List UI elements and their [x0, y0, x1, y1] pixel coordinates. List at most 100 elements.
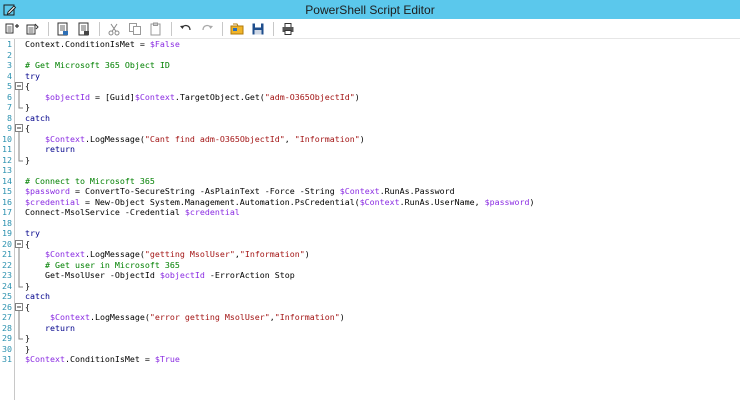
code-text: return	[25, 144, 75, 155]
code-line[interactable]: 4 try	[0, 71, 740, 82]
code-token-comment: # Connect to Microsoft 365	[25, 175, 155, 186]
fold-toggle-icon[interactable]	[15, 81, 24, 92]
code-line[interactable]: 8 catch	[0, 113, 740, 124]
code-token-plain: {	[25, 81, 30, 91]
code-token-plain: )	[354, 91, 360, 102]
code-line[interactable]: 6 $objectId = [Guid]$Context.TargetObjec…	[0, 91, 740, 103]
code-line[interactable]: 16 $credential = New-Object System.Manage…	[0, 197, 740, 208]
fold-guide	[15, 280, 24, 292]
code-token-var: $credential	[25, 196, 80, 207]
code-text: catch	[25, 291, 50, 302]
line-number: 28	[2, 322, 12, 333]
code-token-kw: catch	[25, 112, 50, 123]
toolbar-separator	[222, 21, 223, 36]
code-line[interactable]: 10 $Context.LogMessage("Cant find adm-O3…	[0, 133, 740, 145]
fold-guide	[15, 102, 24, 113]
new-script-icon[interactable]	[4, 21, 20, 37]
fold-toggle-icon[interactable]	[15, 302, 24, 313]
line-number: 3	[7, 60, 12, 70]
code-token-var: $password	[25, 186, 70, 196]
code-token-var: $Context	[44, 133, 85, 144]
code-token-plain: .LogMessage(	[84, 249, 145, 259]
code-token-var: $objectId	[44, 91, 90, 102]
undo-icon[interactable]	[178, 21, 194, 37]
line-number: 6	[7, 91, 12, 102]
code-line[interactable]: 15 $password = ConvertTo-SecureString -As…	[0, 186, 740, 197]
code-token-plain: = [Guid]	[89, 91, 135, 102]
line-number: 13	[2, 165, 12, 175]
code-line[interactable]: 18	[0, 218, 740, 229]
code-line[interactable]: 1 Context.ConditionIsMet = $False	[0, 39, 740, 50]
code-text: $credential = New-Object System.Manageme…	[25, 197, 535, 208]
fold-guide	[15, 249, 24, 260]
code-text: Connect-MsolService -Credential $credent…	[25, 207, 240, 218]
code-line[interactable]: 14 # Connect to Microsoft 365	[0, 176, 740, 187]
redo-icon[interactable]	[199, 21, 215, 37]
code-line[interactable]: 29}	[0, 333, 740, 344]
code-token-comment: # Get user in Microsoft 365	[44, 259, 180, 270]
code-editor[interactable]: 1 Context.ConditionIsMet = $False 2 3 # Get …	[0, 39, 740, 400]
toolbar-separator	[48, 21, 49, 36]
code-token-plain: = ConvertTo-SecureString -AsPlainText -F…	[69, 186, 340, 196]
line-number: 29	[2, 333, 12, 343]
line-number: 24	[2, 280, 12, 291]
code-token-str: "Information"	[274, 312, 340, 322]
code-token-kw: return	[44, 144, 75, 154]
code-line[interactable]: 12}	[0, 154, 740, 166]
code-token-plain: {	[25, 123, 30, 133]
code-line[interactable]: 7}	[0, 102, 740, 113]
code-line[interactable]: 30}	[0, 344, 740, 355]
copy-icon[interactable]	[127, 21, 143, 37]
fold-toggle-icon[interactable]	[15, 123, 24, 134]
code-line[interactable]: 22 # Get user in Microsoft 365	[0, 259, 740, 271]
code-line[interactable]: 31 $Context.ConditionIsMet = $True	[0, 354, 740, 365]
code-line[interactable]: 5{	[0, 81, 740, 92]
code-line[interactable]: 27 $Context.LogMessage("error getting Ms…	[0, 312, 740, 323]
line-number: 5	[7, 81, 12, 91]
code-line[interactable]: 23 Get-MsolUser -ObjectId $objectId -Err…	[0, 270, 740, 281]
line-number: 9	[7, 123, 12, 133]
print-icon[interactable]	[280, 21, 296, 37]
code-text: $Context.LogMessage("error getting MsolU…	[25, 312, 345, 323]
edit-pencil-icon[interactable]	[3, 2, 17, 16]
code-token-plain: .RunAs.UserName,	[399, 196, 485, 207]
code-line[interactable]: 11 return	[0, 144, 740, 155]
cut-icon[interactable]	[106, 21, 122, 37]
code-text: $objectId = [Guid]$Context.TargetObject.…	[25, 92, 360, 103]
code-line[interactable]: 28 return	[0, 322, 740, 334]
line-number: 14	[2, 175, 12, 186]
insert-variable-icon[interactable]	[229, 21, 245, 37]
code-text: # Get Microsoft 365 Object ID	[25, 60, 170, 71]
fold-guide	[15, 270, 24, 281]
code-line[interactable]: 19 try	[0, 228, 740, 239]
line-number: 21	[2, 249, 12, 259]
code-line[interactable]: 17 Connect-MsolService -Credential $crede…	[0, 207, 740, 218]
line-number: 4	[7, 70, 12, 81]
save-doc-icon[interactable]	[55, 21, 71, 37]
code-token-str: "Information"	[294, 133, 360, 144]
paste-icon[interactable]	[148, 21, 164, 37]
code-line[interactable]: 20 {	[0, 239, 740, 250]
floppy-disk-icon[interactable]	[250, 21, 266, 37]
code-line[interactable]: 26 {	[0, 302, 740, 313]
code-text: {	[25, 81, 30, 92]
code-token-plain: .ConditionIsMet =	[64, 354, 155, 364]
save-as-doc-icon[interactable]	[76, 21, 92, 37]
code-text: $password = ConvertTo-SecureString -AsPl…	[25, 186, 455, 197]
code-token-plain: = New-Object System.Management.Automatio…	[79, 196, 360, 207]
code-line[interactable]: 24}	[0, 280, 740, 292]
code-line[interactable]: 2	[0, 50, 740, 61]
fold-toggle-icon[interactable]	[15, 239, 24, 250]
code-token-plain: }	[25, 280, 30, 291]
toolbar-separator	[99, 21, 100, 36]
code-token-var: $True	[154, 354, 180, 364]
code-line[interactable]: 25 catch	[0, 291, 740, 302]
code-token-var: $Context	[359, 196, 400, 207]
toolbar-separator	[273, 21, 274, 36]
code-line[interactable]: 21 $Context.LogMessage("getting MsolUser…	[0, 249, 740, 260]
code-line[interactable]: 3 # Get Microsoft 365 Object ID	[0, 60, 740, 71]
open-script-icon[interactable]	[25, 21, 41, 37]
code-line[interactable]: 13	[0, 165, 740, 176]
code-line[interactable]: 9{	[0, 123, 740, 134]
